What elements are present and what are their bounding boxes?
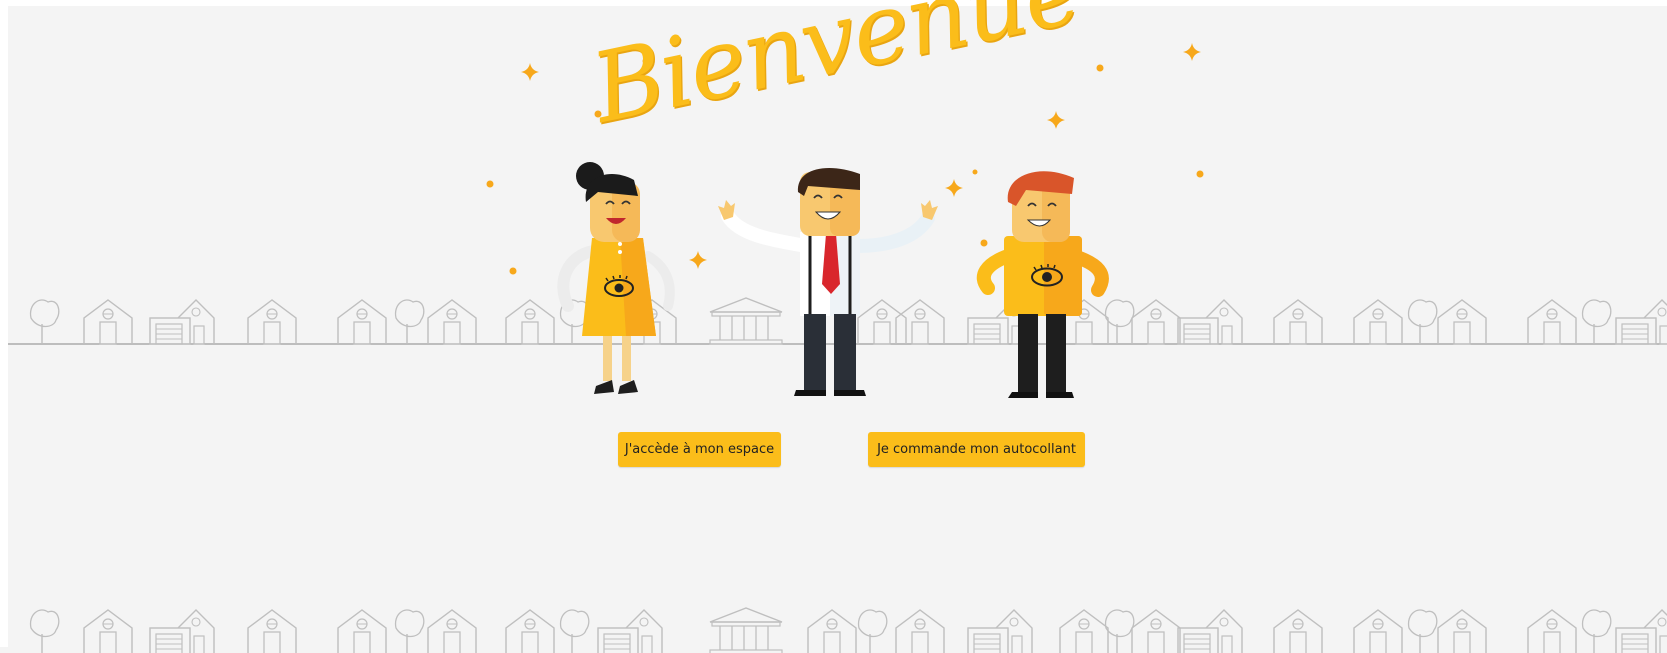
- house-row-bottom: [29, 607, 1667, 653]
- background-illustration: [8, 43, 1667, 653]
- redhead-character: [976, 171, 1109, 398]
- access-space-button[interactable]: J'accède à mon espace: [618, 432, 781, 467]
- order-sticker-button[interactable]: Je commande mon autocollant: [868, 432, 1085, 467]
- welcome-page: Bienvenue J'accède à mon espace Je comma…: [0, 0, 1667, 653]
- man-character: [718, 168, 938, 396]
- woman-character: [557, 162, 675, 394]
